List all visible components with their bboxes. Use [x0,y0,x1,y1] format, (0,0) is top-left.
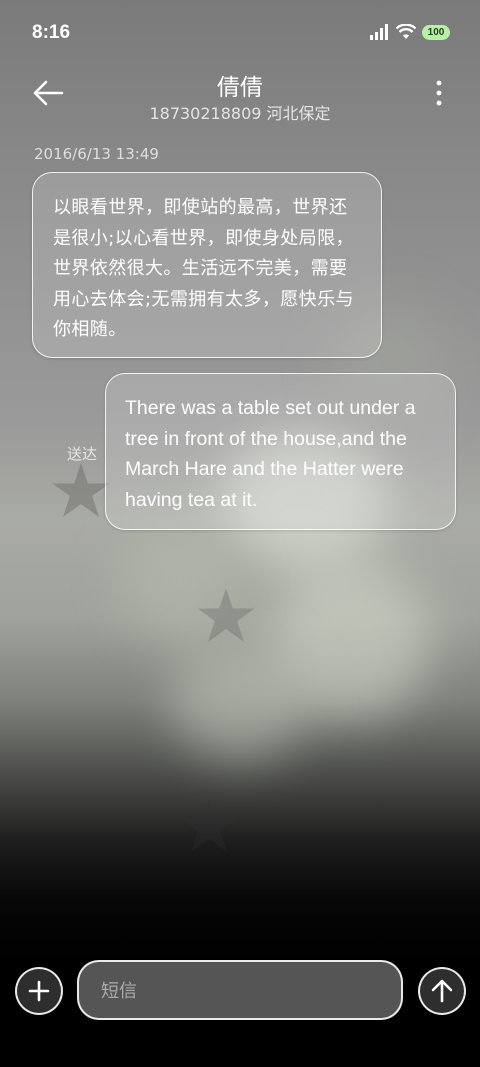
send-button[interactable] [418,967,466,1015]
message-text: 以眼看世界，即使站的最高，世界还是很小;以心看世界，即使身处局限，世界依然很大。… [53,197,354,340]
more-options-icon[interactable] [434,78,444,108]
contact-detail: 18730218809 河北保定 [149,104,331,123]
add-attachment-button[interactable] [15,967,63,1015]
background-blur [170,640,310,760]
battery-icon: 100 [422,24,450,40]
status-time: 8:16 [32,22,71,43]
star-decoration-icon [180,798,238,853]
conversation-header: 倩倩 18730218809 河北保定 [0,64,480,128]
status-icons: 100 [370,24,450,40]
star-decoration-icon [197,588,255,643]
arrow-up-icon [431,979,453,1003]
message-timestamp: 2016/6/13 13:49 [34,145,159,163]
signal-icon [370,24,388,40]
outgoing-message-bubble[interactable]: There was a table set out under a tree i… [105,373,456,530]
star-decoration-icon [52,463,110,518]
contact-name: 倩倩 [217,75,263,101]
message-text: There was a table set out under a tree i… [125,397,416,511]
message-input[interactable]: 短信 [77,960,403,1020]
wifi-icon [396,24,416,39]
delivery-status: 送达 [67,445,98,463]
message-input-placeholder: 短信 [101,981,137,1002]
plus-icon [28,980,50,1002]
incoming-message-bubble[interactable]: 以眼看世界，即使站的最高，世界还是很小;以心看世界，即使身处局限，世界依然很大。… [32,172,382,358]
status-bar: 8:16 100 [0,0,480,64]
message-composer: 短信 [0,955,480,1025]
